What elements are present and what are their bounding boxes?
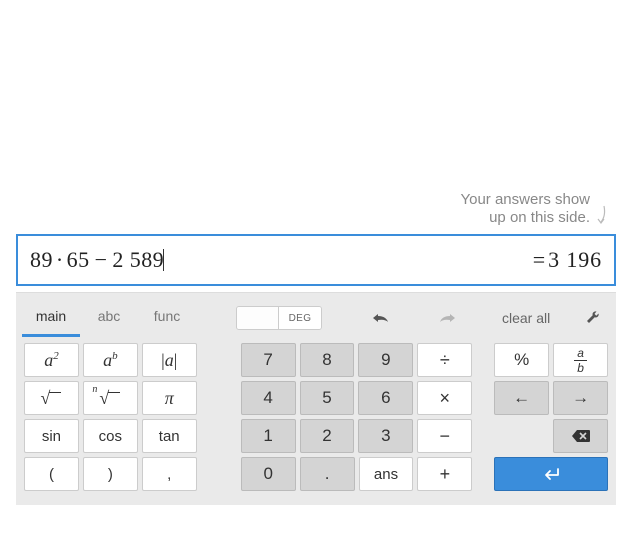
key-enter[interactable]	[494, 457, 608, 491]
tab-func[interactable]: func	[138, 300, 196, 337]
expression: 89 · 65 − 2 589	[30, 247, 164, 273]
undo-button[interactable]	[366, 306, 394, 330]
redo-icon	[436, 311, 460, 325]
angle-mode-toggle[interactable]: DEG	[236, 306, 322, 330]
hint-line2: up on this side.	[489, 209, 590, 226]
key-8[interactable]: 8	[300, 343, 355, 377]
wrench-icon	[584, 308, 602, 326]
key-sqrt[interactable]: √	[24, 381, 79, 415]
hint: Your answers show up on this side.	[460, 191, 608, 229]
key-abs[interactable]: |a|	[142, 343, 197, 377]
key-5[interactable]: 5	[300, 381, 355, 415]
key-divide[interactable]: ÷	[417, 343, 472, 377]
key-square[interactable]: a2	[24, 343, 79, 377]
key-tan[interactable]: tan	[142, 419, 197, 453]
redo-button[interactable]	[434, 306, 462, 330]
arrow-down-icon	[594, 204, 608, 232]
key-decimal[interactable]: .	[300, 457, 355, 491]
key-multiply[interactable]: ×	[417, 381, 472, 415]
key-rows: a2 ab |a| 7 8 9 ÷ % ab √ n√ π 4 5 6 × ←	[16, 337, 616, 491]
toolbar: main abc func DEG clear all	[16, 293, 616, 337]
key-subtract[interactable]: −	[417, 419, 472, 453]
key-pi[interactable]: π	[142, 381, 197, 415]
key-comma[interactable]: ,	[142, 457, 197, 491]
key-left[interactable]: ←	[494, 381, 549, 415]
key-9[interactable]: 9	[358, 343, 413, 377]
settings-button[interactable]	[584, 308, 602, 329]
display-area: Your answers show up on this side.	[16, 8, 616, 234]
keypad-panel: main abc func DEG clear all	[16, 292, 616, 505]
key-7[interactable]: 7	[241, 343, 296, 377]
key-backspace[interactable]	[553, 419, 608, 453]
key-2[interactable]: 2	[300, 419, 355, 453]
enter-icon	[540, 467, 562, 481]
key-1[interactable]: 1	[241, 419, 296, 453]
key-right[interactable]: →	[553, 381, 608, 415]
clear-all-button[interactable]: clear all	[502, 310, 550, 326]
key-cos[interactable]: cos	[83, 419, 138, 453]
key-6[interactable]: 6	[358, 381, 413, 415]
cursor	[163, 249, 164, 271]
key-sin[interactable]: sin	[24, 419, 79, 453]
result: =3 196	[533, 247, 602, 273]
key-power[interactable]: ab	[83, 343, 138, 377]
undo-icon	[368, 311, 392, 325]
key-nth-root[interactable]: n√	[83, 381, 138, 415]
key-right-paren[interactable]: )	[83, 457, 138, 491]
expression-input[interactable]: 89 · 65 − 2 589 =3 196	[16, 234, 616, 286]
key-3[interactable]: 3	[358, 419, 413, 453]
tab-abc[interactable]: abc	[80, 300, 138, 337]
key-4[interactable]: 4	[241, 381, 296, 415]
mode-deg-button[interactable]: DEG	[279, 307, 321, 329]
backspace-icon	[571, 429, 591, 443]
key-percent[interactable]: %	[494, 343, 549, 377]
tab-main[interactable]: main	[22, 300, 80, 337]
key-fraction[interactable]: ab	[553, 343, 608, 377]
key-add[interactable]: +	[417, 457, 472, 491]
hint-line1: Your answers show	[460, 191, 590, 208]
key-0[interactable]: 0	[241, 457, 296, 491]
key-left-paren[interactable]: (	[24, 457, 79, 491]
key-ans[interactable]: ans	[359, 457, 414, 491]
mode-rad-button[interactable]	[237, 307, 279, 329]
